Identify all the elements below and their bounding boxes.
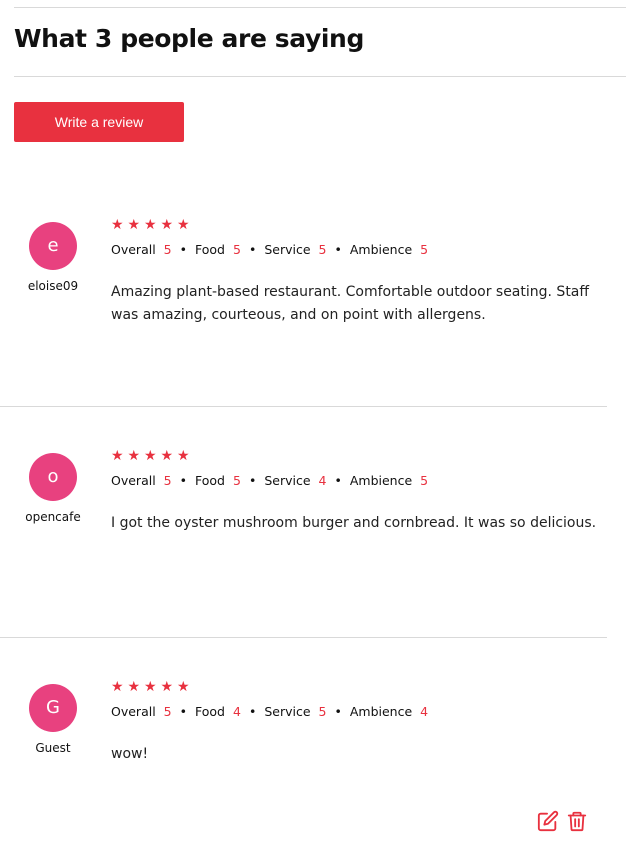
service-value: 4: [318, 473, 327, 488]
star-icon: ★: [160, 447, 174, 463]
star-icon: ★: [143, 447, 157, 463]
service-label: Service: [264, 242, 311, 257]
star-icon: ★: [110, 216, 124, 232]
rating-separator: •: [334, 473, 342, 488]
reviews-heading: What 3 people are saying: [14, 24, 364, 53]
star-icon: ★: [160, 678, 174, 694]
food-label: Food: [195, 704, 225, 719]
rating-separator: •: [179, 473, 187, 488]
star-rating: ★ ★ ★ ★ ★: [110, 447, 191, 463]
food-label: Food: [195, 242, 225, 257]
star-icon: ★: [176, 216, 190, 232]
category-ratings: Overall 5 • Food 5 • Service 5 • Ambience 5: [111, 242, 428, 258]
service-value: 5: [318, 704, 327, 719]
star-icon: ★: [176, 678, 190, 694]
ambience-label: Ambience: [349, 704, 413, 719]
review-divider: [0, 406, 607, 407]
rating-separator: •: [179, 704, 187, 719]
rating-separator: •: [334, 242, 342, 257]
ambience-value: 4: [420, 704, 429, 719]
star-icon: ★: [110, 678, 124, 694]
review-text: wow!: [111, 746, 149, 762]
review-actions: [537, 810, 588, 832]
overall-value: 5: [163, 704, 172, 719]
rating-separator: •: [248, 473, 257, 488]
ambience-value: 5: [420, 473, 429, 488]
ambience-label: Ambience: [349, 242, 413, 257]
review-text: I got the oyster mushroom burger and cor…: [111, 515, 597, 531]
food-label: Food: [195, 473, 225, 488]
star-icon: ★: [176, 447, 190, 463]
category-ratings: Overall 5 • Food 4 • Service 5 • Ambience 4: [111, 704, 428, 720]
overall-value: 5: [163, 242, 172, 257]
star-rating: ★ ★ ★ ★ ★: [110, 216, 191, 232]
review-text: Amazing plant-based restaurant. Comforta…: [111, 284, 590, 323]
food-value: 4: [232, 704, 241, 719]
overall-label: Overall: [111, 473, 156, 488]
star-icon: ★: [127, 678, 141, 694]
review-username: opencafe: [25, 510, 81, 524]
overall-label: Overall: [111, 704, 156, 719]
service-label: Service: [264, 704, 311, 719]
trash-icon[interactable]: [566, 810, 588, 832]
review-divider: [0, 637, 607, 638]
review-username: Guest: [35, 741, 71, 755]
rating-separator: •: [248, 242, 257, 257]
service-value: 5: [318, 242, 327, 257]
avatar: o: [29, 453, 77, 501]
food-value: 5: [232, 473, 241, 488]
overall-value: 5: [163, 473, 172, 488]
top-divider: [14, 7, 626, 8]
rating-separator: •: [179, 242, 187, 257]
edit-icon[interactable]: [537, 810, 559, 832]
write-review-button[interactable]: Write a review: [14, 102, 184, 142]
avatar: e: [29, 222, 77, 270]
ambience-value: 5: [420, 242, 429, 257]
avatar: G: [29, 684, 77, 732]
rating-separator: •: [248, 704, 257, 719]
overall-label: Overall: [111, 242, 156, 257]
food-value: 5: [232, 242, 241, 257]
star-icon: ★: [143, 678, 157, 694]
star-icon: ★: [127, 447, 141, 463]
star-icon: ★: [110, 447, 124, 463]
star-icon: ★: [160, 216, 174, 232]
heading-divider: [14, 76, 626, 77]
star-icon: ★: [127, 216, 141, 232]
category-ratings: Overall 5 • Food 5 • Service 4 • Ambience 5: [111, 473, 428, 489]
star-rating: ★ ★ ★ ★ ★: [110, 678, 191, 694]
service-label: Service: [264, 473, 311, 488]
review-username: eloise09: [27, 279, 79, 293]
star-icon: ★: [143, 216, 157, 232]
ambience-label: Ambience: [349, 473, 413, 488]
reviews-page: What 3 people are saying Write a review …: [0, 0, 636, 850]
rating-separator: •: [334, 704, 342, 719]
